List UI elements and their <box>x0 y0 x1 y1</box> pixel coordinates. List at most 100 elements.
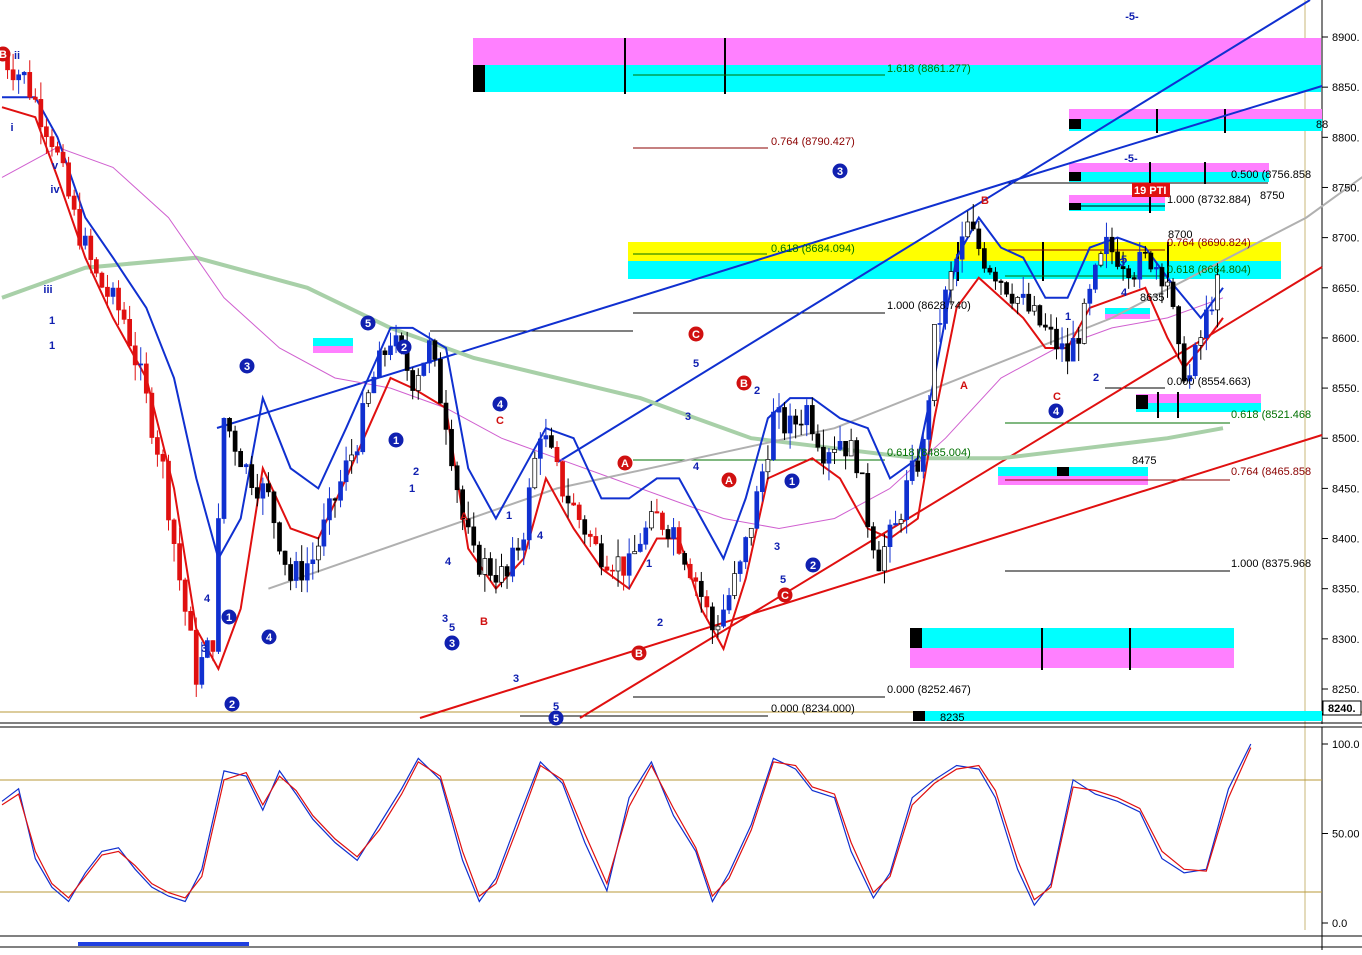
candle-body <box>1176 306 1181 345</box>
candle-body <box>998 280 1004 283</box>
candle-body <box>854 440 860 474</box>
price-tick-label: 8850. <box>1332 82 1360 94</box>
candle-body <box>870 526 876 551</box>
candle-body <box>243 464 249 468</box>
wave-label: 3 <box>201 643 207 655</box>
candle-body <box>332 498 338 501</box>
candle-body <box>10 69 16 81</box>
candle-body <box>643 527 649 545</box>
candle-body <box>44 126 49 138</box>
wave-label: -5- <box>1125 11 1139 23</box>
wave-label: 5 <box>780 574 786 586</box>
candle-body <box>93 259 99 274</box>
wave-label: v <box>52 160 59 172</box>
price-tick-label: 8900. <box>1332 32 1360 44</box>
candle-body <box>377 350 382 378</box>
candle-body <box>427 340 432 364</box>
candle-body <box>1109 236 1115 253</box>
wave-label: C <box>496 415 504 427</box>
candle-body <box>993 271 998 282</box>
candle-body <box>415 375 421 391</box>
wave-label: ii <box>14 50 20 62</box>
candle-body <box>732 573 737 596</box>
candle-body <box>143 363 149 394</box>
wave-circle-text: 1 <box>789 476 795 488</box>
candle-body <box>876 549 882 572</box>
wave-label: iv <box>50 184 60 196</box>
candle-body <box>454 465 460 491</box>
wave-circle-text: 4 <box>497 399 504 411</box>
candle-body <box>909 460 915 481</box>
fib-label: 1.000 (8375.968 <box>1231 558 1311 570</box>
candle-body <box>149 392 155 438</box>
candle-body <box>560 461 565 497</box>
candle-body <box>349 454 354 462</box>
candle-body <box>532 457 538 489</box>
candle-body <box>676 527 682 554</box>
candle-body <box>1081 302 1087 344</box>
candle-body <box>571 502 577 506</box>
fib-label: 0.500 (8756.858 <box>1231 169 1311 181</box>
candle-body <box>615 556 621 572</box>
chart-svg: 1.618 (8861.277) 0.764 (8790.427) 0.500 (8… <box>0 0 1362 950</box>
candle-body <box>1026 293 1032 312</box>
zone-marker <box>473 65 485 92</box>
candle-body <box>965 221 971 238</box>
price-tick-label: 8800. <box>1332 132 1360 144</box>
fib-label: 0.000 (8234.000) <box>771 703 855 715</box>
candle-body <box>1148 252 1154 270</box>
price-tick-label: 8450. <box>1332 483 1360 495</box>
price-tag: 8700 <box>1168 229 1192 241</box>
wave-label: 1 <box>646 558 652 570</box>
candle-body <box>99 272 105 288</box>
wave-circle-text: 3 <box>244 361 250 373</box>
candle-body <box>654 511 660 514</box>
candle-body <box>388 345 393 355</box>
candle-body <box>221 417 227 519</box>
candle-body <box>1165 281 1170 287</box>
osc-tick-label: 0.0 <box>1332 918 1347 930</box>
wave-label: iii <box>43 284 52 296</box>
candle-body <box>904 480 910 520</box>
fib-label: 1.000 (8732.884) <box>1167 194 1251 206</box>
wave-circle-text: 4 <box>1053 406 1060 418</box>
candle-body <box>1059 343 1065 350</box>
candle-body <box>510 547 515 577</box>
candle-body <box>621 556 626 576</box>
candle-body <box>171 519 177 545</box>
price-tick-label: 8400. <box>1332 534 1360 546</box>
candle-body <box>1159 267 1165 287</box>
candle-body <box>1170 281 1176 307</box>
candle-body <box>371 376 377 394</box>
candle-body <box>843 440 848 457</box>
price-tag: 88 <box>1316 119 1328 131</box>
candle-body <box>132 345 138 366</box>
candle-body <box>771 411 776 460</box>
candle-body <box>310 559 316 565</box>
candle-body <box>499 566 504 583</box>
zone-magenta <box>1136 394 1261 403</box>
candle-body <box>293 561 299 581</box>
candle-body <box>660 512 665 530</box>
candle-body <box>216 518 221 652</box>
candle-body <box>970 221 976 230</box>
wave-label: 3 <box>513 673 519 685</box>
candle-body <box>937 323 943 325</box>
candle-body <box>110 287 116 297</box>
fib-label: 0.618 (8485.004) <box>887 447 971 459</box>
wave-circle-red-text: B <box>740 378 748 390</box>
price-tick-label: 8350. <box>1332 584 1360 596</box>
candle-body <box>1104 236 1109 255</box>
zone-cyan <box>998 467 1148 476</box>
candle-body <box>948 271 954 291</box>
current-price-label: 8240. <box>1328 703 1356 715</box>
fib-label: 0.618 (8521.468 <box>1231 409 1311 421</box>
candle-body <box>565 495 571 504</box>
candle-body <box>210 640 216 652</box>
candle-body <box>338 481 343 501</box>
candle-body <box>360 403 366 453</box>
candle-body <box>1076 338 1082 344</box>
candle-body <box>443 402 449 430</box>
candle-body <box>1031 305 1037 312</box>
wave-label: 2 <box>754 385 760 397</box>
